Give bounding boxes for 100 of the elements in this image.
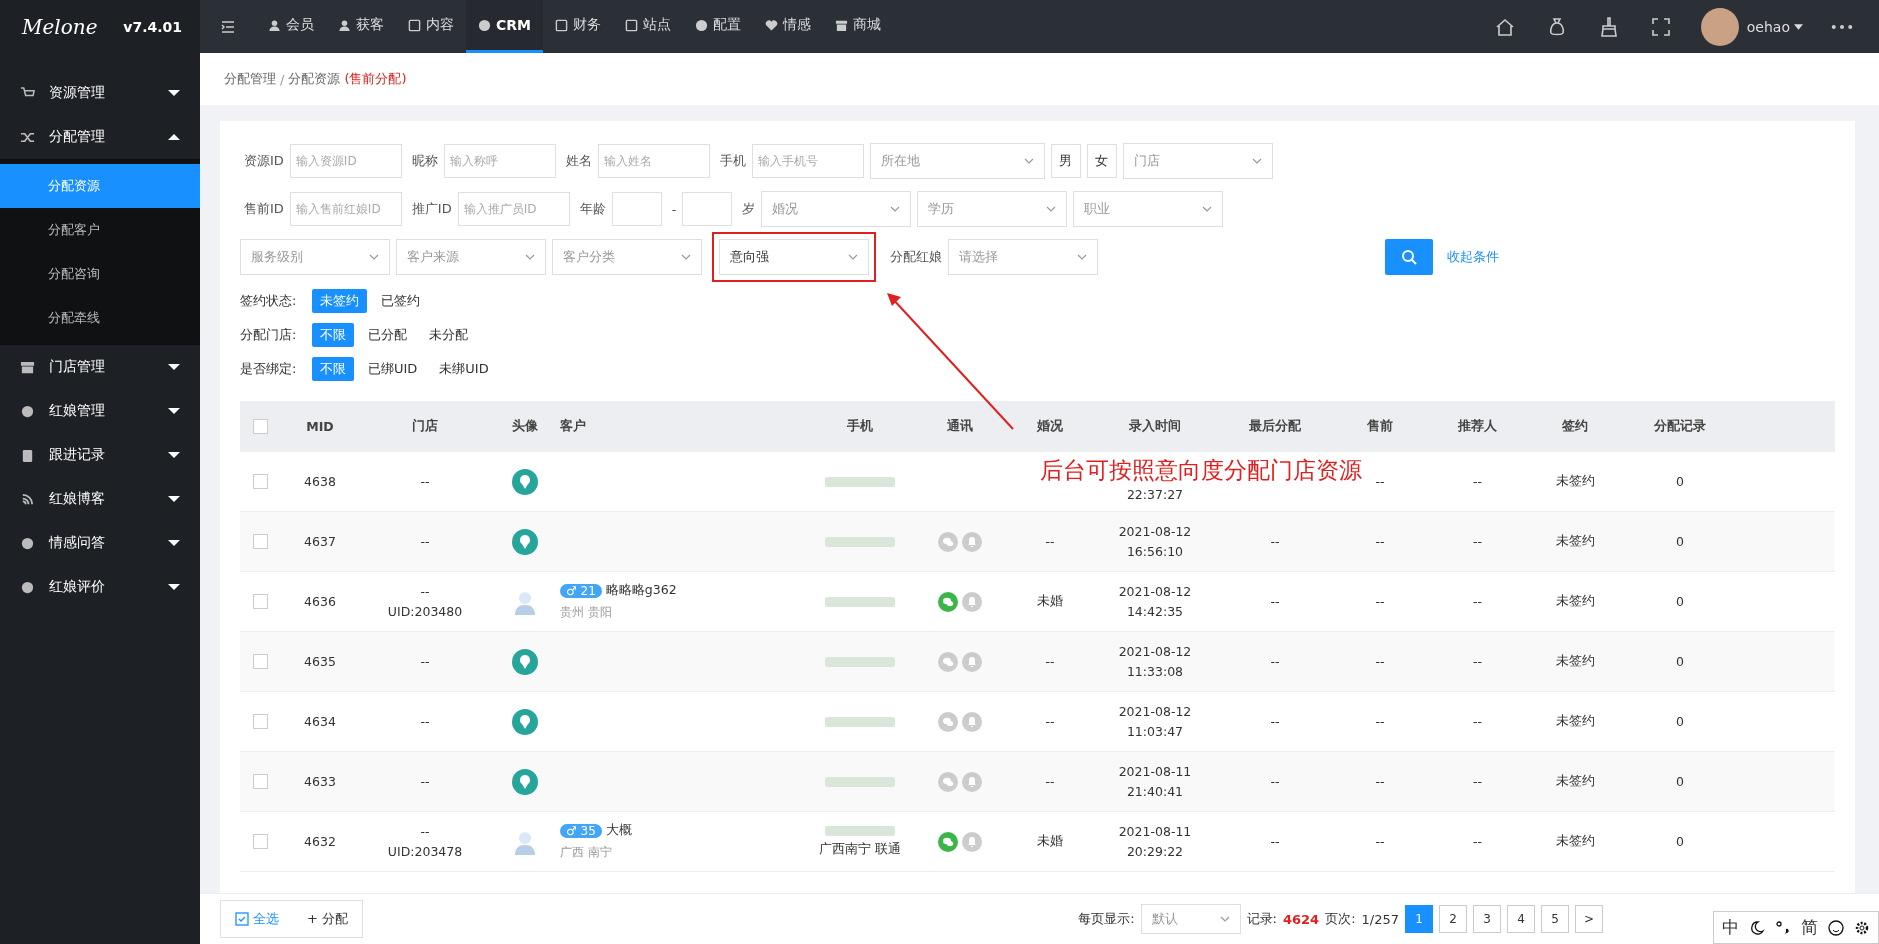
caret-icon[interactable] — [168, 452, 180, 458]
text-field[interactable]: 输入资源ID — [289, 144, 402, 178]
ime-script[interactable]: 简 — [1801, 916, 1818, 939]
gender-toggle[interactable]: 男 — [1050, 144, 1081, 178]
text-field[interactable]: 输入称呼 — [443, 144, 556, 178]
bell-icon[interactable] — [962, 591, 982, 612]
punctuation-icon[interactable] — [1775, 919, 1791, 936]
text-field[interactable]: 输入售前红娘ID — [289, 192, 402, 226]
fullscreen-icon[interactable] — [1650, 16, 1671, 37]
chevron-down-icon — [1023, 158, 1034, 164]
sidebar-item[interactable]: 门店管理 — [0, 345, 200, 389]
checkbox[interactable] — [252, 418, 268, 434]
filter-chip[interactable]: 已签约 — [373, 289, 428, 313]
checkbox[interactable] — [252, 774, 268, 789]
sidebar-item[interactable]: 红娘管理 — [0, 389, 200, 433]
submenu-item[interactable]: 分配客户 — [0, 208, 200, 252]
assign-button[interactable]: + 分配 — [293, 910, 363, 928]
page-button[interactable]: 2 — [1439, 905, 1467, 933]
page-button[interactable]: 3 — [1473, 905, 1501, 933]
gender-toggle[interactable]: 女 — [1086, 144, 1117, 178]
nav-tab[interactable]: 会员 — [256, 0, 326, 53]
wechat-icon[interactable] — [938, 591, 958, 612]
caret-icon[interactable] — [168, 364, 180, 370]
customer-name[interactable]: 大概 — [605, 822, 632, 839]
checkbox[interactable] — [252, 594, 268, 609]
caret-icon[interactable] — [168, 134, 180, 140]
smiley-icon[interactable] — [1828, 919, 1844, 936]
filter-chip[interactable]: 已绑UID — [360, 357, 426, 381]
table-cell: 未婚 — [1037, 593, 1063, 610]
user-menu[interactable]: oehao — [1746, 18, 1790, 35]
checkbox[interactable] — [252, 474, 268, 489]
chevron-down-icon — [1219, 916, 1230, 922]
breadcrumb-link[interactable]: 分配管理 — [224, 70, 276, 88]
caret-icon[interactable] — [168, 408, 180, 414]
checkbox[interactable] — [252, 534, 268, 549]
filter-chip[interactable]: 已分配 — [360, 323, 415, 347]
sidebar-item[interactable]: 红娘博客 — [0, 477, 200, 521]
filter-chip[interactable]: 未绑UID — [431, 357, 497, 381]
bell-icon[interactable] — [962, 831, 982, 852]
nav-tab[interactable]: 获客 — [326, 0, 396, 53]
caret-icon[interactable] — [168, 584, 180, 590]
sidebar-item[interactable]: 分配管理 — [0, 115, 200, 159]
sidebar-item[interactable]: 情感问答 — [0, 521, 200, 565]
search-button[interactable] — [1385, 239, 1433, 275]
nav-tab[interactable]: 内容 — [396, 0, 466, 53]
submenu-item[interactable]: 分配牵线 — [0, 296, 200, 340]
nav-tab[interactable]: 商城 — [823, 0, 893, 53]
ime-mode[interactable]: 中 — [1722, 916, 1739, 939]
nav-tab[interactable]: 情感 — [753, 0, 823, 53]
submenu-item[interactable]: 分配咨询 — [0, 252, 200, 296]
caret-icon[interactable] — [1794, 23, 1803, 30]
bell-icon[interactable] — [962, 531, 982, 552]
bell-icon[interactable] — [962, 711, 982, 732]
bell-icon[interactable] — [962, 771, 982, 792]
table-cell: 4636 — [304, 594, 336, 609]
page-button[interactable]: 5 — [1541, 905, 1569, 933]
nav-tab[interactable]: 财务 — [543, 0, 613, 53]
nav-tab[interactable]: 配置 — [683, 0, 753, 53]
page-button[interactable]: 4 — [1507, 905, 1535, 933]
wechat-icon[interactable] — [938, 651, 958, 672]
pages-label: 页次: — [1325, 910, 1356, 928]
wechat-icon[interactable] — [938, 711, 958, 732]
age-field[interactable] — [611, 192, 662, 226]
text-field[interactable]: 输入手机号 — [751, 144, 864, 178]
text-field[interactable]: 输入姓名 — [597, 144, 710, 178]
broom-icon[interactable] — [1598, 16, 1619, 37]
more-icon[interactable] — [1831, 23, 1853, 30]
sidebar-item[interactable]: 资源管理 — [0, 71, 200, 115]
wechat-icon[interactable] — [938, 831, 958, 852]
page-button[interactable]: > — [1575, 905, 1603, 933]
checkbox[interactable] — [252, 654, 268, 669]
sidebar-item[interactable]: 红娘评价 — [0, 565, 200, 609]
menu-icon[interactable] — [220, 18, 236, 35]
bell-icon[interactable] — [962, 651, 982, 672]
chevron-down-icon — [848, 254, 858, 260]
avatar-circle[interactable] — [1700, 7, 1739, 46]
customer-name[interactable]: 略略略g362 — [605, 582, 677, 599]
filter-chip[interactable]: 未分配 — [421, 323, 476, 347]
nav-tab[interactable]: 站点 — [613, 0, 683, 53]
age-field[interactable] — [682, 192, 733, 226]
dropdown-field[interactable]: 意向强 — [719, 239, 869, 275]
chevron-down-icon — [1046, 206, 1057, 212]
caret-icon[interactable] — [168, 540, 180, 546]
caret-icon[interactable] — [168, 496, 180, 502]
moon-icon[interactable] — [1749, 919, 1765, 936]
table-cell: -- — [1473, 714, 1482, 729]
wechat-icon[interactable] — [938, 771, 958, 792]
table-cell: -- — [1270, 594, 1280, 609]
wechat-icon[interactable] — [938, 531, 958, 552]
nav-tab[interactable]: CRM — [466, 0, 543, 53]
default-avatar-icon — [512, 648, 538, 675]
home-icon[interactable] — [1494, 16, 1515, 37]
column-header: MID — [306, 418, 334, 434]
text-field[interactable]: 输入推广员ID — [457, 192, 570, 226]
table-cell: 4632 — [304, 834, 336, 849]
checkbox[interactable] — [252, 714, 268, 729]
checkbox[interactable] — [252, 834, 268, 849]
caret-icon[interactable] — [168, 90, 180, 96]
sidebar-item[interactable]: 跟进记录 — [0, 433, 200, 477]
settings-icon[interactable] — [1854, 919, 1870, 936]
